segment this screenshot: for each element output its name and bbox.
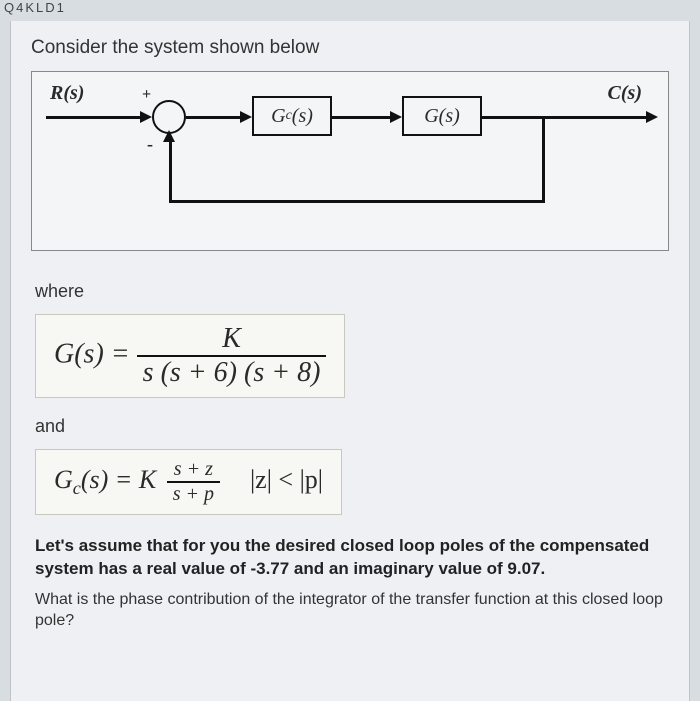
equation-g: G(s) = K s (s + 6) (s + 8) [35,314,345,398]
equation-gc: Gc(s) = K s + z s + p |z| < |p| [35,449,342,515]
eq2-lhs-post: (s) = K [81,465,156,494]
sum-plus: + [142,86,151,104]
and-label: and [35,416,669,437]
summing-junction [152,100,186,134]
compensator-block: Gc(s) [252,96,332,136]
block1-pre: G [271,105,285,128]
eq1-denominator: s (s + 6) (s + 8) [137,355,327,389]
input-label: R(s) [50,82,84,105]
assumption-text: Let's assume that for you the desired cl… [35,535,665,581]
eq2-numerator: s + z [167,458,220,481]
block1-post: (s) [292,105,313,128]
eq2-condition: |z| < |p| [230,465,323,494]
where-label: where [35,281,669,302]
intro-text: Consider the system shown below [31,37,669,59]
output-label: C(s) [608,82,642,105]
sum-minus: - [147,134,153,155]
eq2-denominator: s + p [167,481,220,506]
eq1-lhs: G(s) = [54,338,137,369]
plant-block: G(s) [402,96,482,136]
eq2-lhs-pre: G [54,465,73,494]
question-text: What is the phase contribution of the in… [35,589,665,632]
eq1-numerator: K [137,323,327,355]
block2-label: G(s) [424,105,460,128]
eq2-lhs-sub: c [73,478,81,498]
question-id: Q4KLD1 [0,0,700,15]
block-diagram: R(s) C(s) + - Gc(s) G(s) [31,71,669,251]
page-content: Consider the system shown below R(s) C(s… [10,21,690,701]
